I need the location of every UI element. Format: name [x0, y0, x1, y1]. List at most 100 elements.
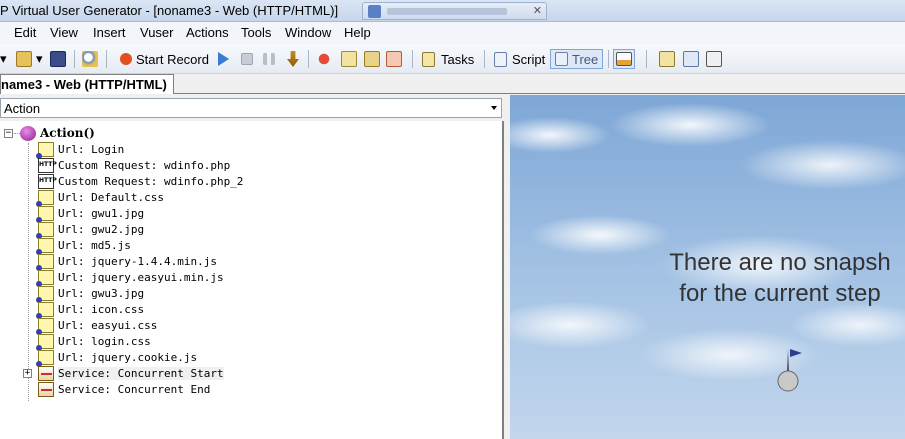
service-step-icon	[38, 381, 54, 397]
tree-node-label: Url: jquery-1.4.4.min.js	[58, 254, 217, 268]
tree-step[interactable]: Custom Request: wdinfo.php_2	[38, 173, 243, 189]
tree-node-label: Url: md5.js	[58, 238, 131, 252]
tree-label: Tree	[572, 51, 599, 67]
collapse-icon[interactable]: −	[4, 129, 13, 138]
tasks-button[interactable]: Tasks	[422, 50, 474, 68]
tree-step[interactable]: Url: Default.css	[36, 189, 164, 207]
output-pane-toggle[interactable]	[613, 49, 635, 69]
tree-step[interactable]: Url: login.css	[36, 333, 151, 351]
toolbar-separator	[484, 50, 485, 68]
tree-step[interactable]: Custom Request: wdinfo.php	[38, 157, 230, 173]
tree-connector	[28, 143, 29, 401]
open-folder-icon[interactable]	[16, 50, 32, 68]
window-title: P Virtual User Generator - [noname3 - We…	[0, 3, 339, 18]
step-icon[interactable]	[287, 50, 299, 68]
browser-tab[interactable]: ✕	[362, 2, 547, 20]
browser-tab-blurred-title	[387, 8, 507, 15]
record-icon	[120, 53, 132, 65]
url-step-icon	[36, 221, 54, 239]
document-tab-bar: name3 - Web (HTTP/HTML)	[0, 74, 905, 94]
tree-step[interactable]: Service: Concurrent End	[38, 381, 210, 397]
tree-step[interactable]: Url: Login	[36, 141, 125, 159]
tree-node-label: Url: gwu3.jpg	[58, 286, 145, 300]
pause-icon[interactable]	[263, 50, 275, 68]
tree-node-label: Url: jquery.easyui.min.js	[58, 270, 224, 284]
menu-actions[interactable]: Actions	[186, 25, 229, 40]
tree-node-label: Url: Login	[58, 142, 125, 156]
tree-step[interactable]: Url: jquery.easyui.min.js	[36, 269, 224, 287]
tree-step[interactable]: Url: jquery.cookie.js	[36, 349, 198, 367]
tree-node-label: Url: gwu1.jpg	[58, 206, 145, 220]
breakpoint-icon[interactable]	[316, 50, 332, 68]
flag	[790, 349, 802, 357]
script-label: Script	[512, 51, 546, 67]
tree-step[interactable]: Url: md5.js	[36, 237, 131, 255]
url-step-icon	[36, 269, 54, 287]
tree-root-action[interactable]: Action()	[20, 125, 95, 141]
output-pane-icon	[616, 52, 632, 66]
tree-step[interactable]: Url: gwu1.jpg	[36, 205, 145, 223]
menu-bar: Edit View Insert Vuser Actions Tools Win…	[0, 22, 905, 44]
find-icon[interactable]	[82, 50, 98, 68]
http-request-icon	[38, 173, 57, 189]
tree-step[interactable]: Url: icon.css	[36, 301, 145, 319]
compare-icon[interactable]	[659, 50, 675, 68]
url-step-icon	[36, 189, 54, 207]
clear-icon[interactable]	[386, 50, 402, 68]
document-tab[interactable]: name3 - Web (HTTP/HTML)	[0, 74, 174, 94]
save-icon[interactable]	[50, 50, 66, 68]
action-selector-value: Action	[4, 101, 41, 116]
bookmark-icon[interactable]	[364, 50, 380, 68]
new-dropdown-icon[interactable]: ▾	[0, 50, 7, 68]
runtime-settings-icon[interactable]	[683, 50, 699, 68]
toolbar-separator	[608, 50, 609, 68]
tree-node-label: Url: jquery.cookie.js	[58, 350, 198, 364]
tree-view-button[interactable]: Tree	[550, 49, 604, 69]
menu-edit[interactable]: Edit	[14, 25, 36, 40]
browser-tab-icon	[368, 5, 381, 18]
title-bar: P Virtual User Generator - [noname3 - We…	[0, 0, 905, 22]
open-dropdown-icon[interactable]: ▾	[36, 50, 43, 68]
expand-icon[interactable]: +	[23, 369, 32, 378]
action-selector[interactable]: Action	[0, 98, 502, 118]
script-icon	[494, 51, 507, 67]
parameters-icon[interactable]	[706, 50, 722, 68]
tree-step[interactable]: Url: jquery-1.4.4.min.js	[36, 253, 217, 271]
tree-step[interactable]: Url: gwu3.jpg	[36, 285, 145, 303]
menu-insert[interactable]: Insert	[93, 25, 126, 40]
toolbar-separator	[646, 50, 647, 68]
close-icon[interactable]: ✕	[533, 4, 542, 17]
chevron-down-icon[interactable]	[491, 106, 497, 110]
menu-window[interactable]: Window	[285, 25, 331, 40]
menu-help[interactable]: Help	[344, 25, 371, 40]
tree-node-label: Url: easyui.css	[58, 318, 158, 332]
action-icon	[20, 125, 36, 141]
url-step-icon	[36, 237, 54, 255]
stop-icon[interactable]	[241, 50, 253, 68]
no-snapshot-line-2: for the current step	[679, 280, 881, 307]
start-record-label: Start Record	[136, 51, 209, 67]
run-to-icon[interactable]	[341, 50, 357, 68]
play-icon[interactable]	[218, 50, 229, 68]
menu-view[interactable]: View	[50, 25, 78, 40]
tree-node-label: Url: Default.css	[58, 190, 164, 204]
url-step-icon	[36, 253, 54, 271]
tree-step[interactable]: Service: Concurrent Start	[38, 365, 224, 381]
tree-node-label: Service: Concurrent Start	[58, 366, 224, 380]
tree-icon	[555, 52, 568, 66]
url-step-icon	[36, 301, 54, 319]
url-step-icon	[36, 317, 54, 335]
tree-step[interactable]: Url: easyui.css	[36, 317, 158, 335]
url-step-icon	[36, 333, 54, 351]
toolbar-separator	[74, 50, 75, 68]
tree-step[interactable]: Url: gwu2.jpg	[36, 221, 144, 239]
tree-node-label: Url: login.css	[58, 334, 151, 348]
menu-vuser[interactable]: Vuser	[140, 25, 173, 40]
menu-tools[interactable]: Tools	[241, 25, 271, 40]
start-record-button[interactable]: Start Record	[120, 50, 209, 68]
no-snapshot-line-1: There are no snapsh	[669, 249, 891, 276]
script-view-button[interactable]: Script	[494, 50, 545, 68]
tree-node-label: Url: icon.css	[58, 302, 145, 316]
dome	[777, 370, 799, 392]
url-step-icon	[36, 349, 54, 367]
